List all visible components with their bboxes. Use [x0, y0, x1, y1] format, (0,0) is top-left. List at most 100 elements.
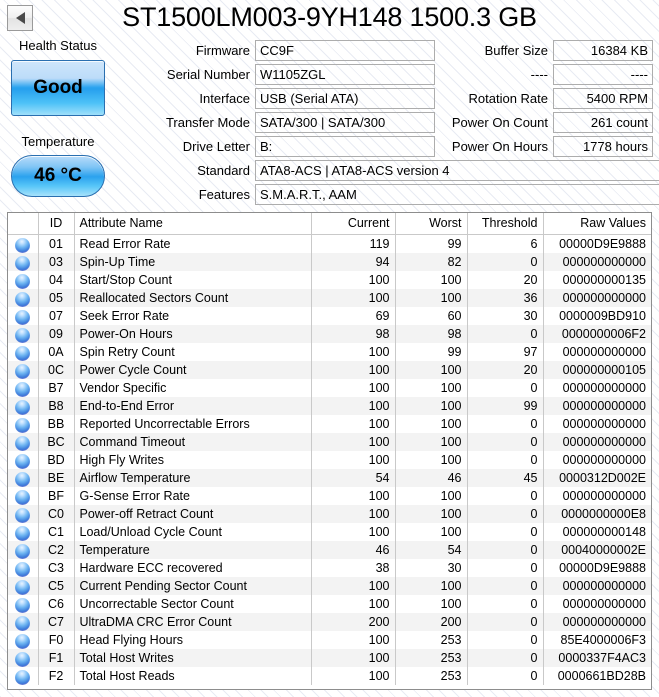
table-row[interactable]: C7 UltraDMA CRC Error Count 200 200 0 0000000…	[8, 613, 651, 631]
cell-threshold: 97	[466, 343, 543, 361]
field-value-standard[interactable]: ATA8-ACS | ATA8-ACS version 4	[255, 160, 659, 181]
table-row[interactable]: B7 Vendor Specific 100 100 0 000000000000	[8, 379, 651, 397]
table-row[interactable]: 05 Reallocated Sectors Count 100 100 36 00000…	[8, 289, 651, 307]
status-dot-cell	[8, 451, 38, 469]
table-row[interactable]: C5 Current Pending Sector Count 100 100 0 000…	[8, 577, 651, 595]
status-dot-cell	[8, 307, 38, 325]
field-value-serial-number[interactable]: W1105ZGL	[255, 64, 435, 85]
cell-current: 100	[310, 451, 395, 469]
cell-threshold: 0	[466, 379, 543, 397]
field-value-transfer-mode[interactable]: SATA/300 | SATA/300	[255, 112, 435, 133]
cell-attribute-name: Hardware ECC recovered	[73, 559, 311, 577]
cell-attribute-name: Read Error Rate	[73, 234, 311, 253]
cell-id: 05	[37, 289, 74, 307]
field-label-power-on-count: Power On Count	[451, 115, 548, 130]
cell-current: 100	[310, 289, 395, 307]
temperature-label: Temperature	[21, 134, 95, 149]
field-value-rotation-rate[interactable]: 5400 RPM	[553, 88, 653, 109]
table-row[interactable]: BB Reported Uncorrectable Errors 100 100 0 00…	[8, 415, 651, 433]
cell-attribute-name: Reallocated Sectors Count	[73, 289, 311, 307]
table-row[interactable]: F0 Head Flying Hours 100 253 0 85E4000006F3	[8, 631, 651, 649]
field-value-features[interactable]: S.M.A.R.T., AAM	[255, 184, 659, 205]
table-row[interactable]: 0A Spin Retry Count 100 99 97 000000000000	[8, 343, 651, 361]
cell-raw-value: 000000000000	[542, 577, 651, 595]
table-row[interactable]: C6 Uncorrectable Sector Count 100 100 0 00000…	[8, 595, 651, 613]
cell-attribute-name: G-Sense Error Rate	[73, 487, 311, 505]
column-header-raw[interactable]: Raw Values	[542, 213, 651, 235]
table-row[interactable]: BF G-Sense Error Rate 100 100 0 000000000000	[8, 487, 651, 505]
status-dot-cell	[8, 469, 38, 487]
cell-threshold: 36	[466, 289, 543, 307]
status-dot-cell	[8, 235, 38, 254]
cell-current: 100	[310, 361, 395, 379]
table-row[interactable]: C2 Temperature 46 54 0 00040000002E	[8, 541, 651, 559]
table-row[interactable]: 04 Start/Stop Count 100 100 20 000000000135	[8, 271, 651, 289]
column-header-worst[interactable]: Worst	[394, 213, 467, 235]
cell-current: 100	[310, 505, 395, 523]
cell-raw-value: 000000000000	[542, 343, 651, 361]
column-header-status[interactable]	[8, 213, 38, 235]
column-header-attribute[interactable]: Attribute Name	[73, 213, 311, 235]
page-title: ST1500LM003-9YH148 1500.3 GB	[122, 2, 537, 32]
cell-current: 94	[310, 253, 395, 271]
table-row[interactable]: 09 Power-On Hours 98 98 0 0000000006F2	[8, 325, 651, 343]
cell-id: BC	[37, 433, 74, 451]
table-row[interactable]: F2 Total Host Reads 100 253 0 0000661BD28B	[8, 667, 651, 685]
cell-threshold: 0	[466, 487, 543, 505]
field-value-drive-letter[interactable]: B:	[255, 136, 435, 157]
cell-id: BB	[37, 415, 74, 433]
column-header-threshold[interactable]: Threshold	[466, 213, 543, 235]
cell-attribute-name: Power Cycle Count	[73, 361, 311, 379]
table-row[interactable]: 03 Spin-Up Time 94 82 0 000000000000	[8, 253, 651, 271]
temperature-badge[interactable]: 46 °C	[11, 155, 105, 197]
status-circle-icon	[15, 345, 31, 361]
column-header-current[interactable]: Current	[310, 213, 395, 235]
cell-threshold: 45	[466, 469, 543, 487]
cell-current: 100	[310, 523, 395, 541]
cell-attribute-name: Temperature	[73, 541, 311, 559]
cell-worst: 60	[394, 307, 467, 325]
cell-threshold: 0	[466, 559, 543, 577]
field-value-power-on-hours[interactable]: 1778 hours	[553, 136, 653, 157]
field-row-firmware: Firmware CC9F	[150, 40, 435, 61]
cell-attribute-name: Spin-Up Time	[73, 253, 311, 271]
cell-current: 100	[310, 631, 395, 649]
table-row[interactable]: 07 Seek Error Rate 69 60 30 0000009BD910	[8, 307, 651, 325]
field-value-blank[interactable]: ----	[553, 64, 653, 85]
status-dot-cell	[8, 253, 38, 271]
status-circle-icon	[15, 291, 31, 307]
cell-id: 0A	[37, 343, 74, 361]
field-value-interface[interactable]: USB (Serial ATA)	[255, 88, 435, 109]
cell-id: B8	[37, 397, 74, 415]
cell-raw-value: 000000000000	[542, 379, 651, 397]
smart-attributes-table[interactable]: ID Attribute Name Current Worst Threshol…	[7, 212, 652, 690]
table-row[interactable]: 0C Power Cycle Count 100 100 20 000000000105	[8, 361, 651, 379]
table-row[interactable]: C1 Load/Unload Cycle Count 100 100 0 00000000…	[8, 523, 651, 541]
status-dot-cell	[8, 649, 38, 667]
table-row[interactable]: C0 Power-off Retract Count 100 100 0 00000000…	[8, 505, 651, 523]
table-row[interactable]: 01 Read Error Rate 119 99 6 00000D9E9888	[8, 234, 651, 254]
field-label-drive-letter: Drive Letter	[182, 139, 250, 154]
field-value-power-on-count[interactable]: 261 count	[553, 112, 653, 133]
table-row[interactable]: BC Command Timeout 100 100 0 000000000000	[8, 433, 651, 451]
health-status-label: Health Status	[18, 38, 98, 53]
table-row[interactable]: F1 Total Host Writes 100 253 0 0000337F4AC3	[8, 649, 651, 667]
column-header-id[interactable]: ID	[37, 213, 74, 235]
table-row[interactable]: BE Airflow Temperature 54 46 45 0000312D002E	[8, 469, 651, 487]
cell-threshold: 0	[466, 577, 543, 595]
field-value-buffer-size[interactable]: 16384 KB	[553, 40, 653, 61]
cell-threshold: 20	[466, 361, 543, 379]
cell-current: 69	[310, 307, 395, 325]
field-value-firmware[interactable]: CC9F	[255, 40, 435, 61]
status-dot-cell	[8, 631, 38, 649]
field-row-buffer-size: Buffer Size 16384 KB	[438, 40, 653, 61]
cell-id: 03	[37, 253, 74, 271]
table-row[interactable]: C3 Hardware ECC recovered 38 30 0 00000D9E988…	[8, 559, 651, 577]
field-label-serial-number: Serial Number	[166, 67, 250, 82]
field-label-buffer-size: Buffer Size	[484, 43, 548, 58]
cell-current: 100	[310, 271, 395, 289]
table-row[interactable]: B8 End-to-End Error 100 100 99 000000000000	[8, 397, 651, 415]
health-status-badge[interactable]: Good	[11, 60, 105, 116]
cell-current: 100	[310, 487, 395, 505]
table-row[interactable]: BD High Fly Writes 100 100 0 000000000000	[8, 451, 651, 469]
